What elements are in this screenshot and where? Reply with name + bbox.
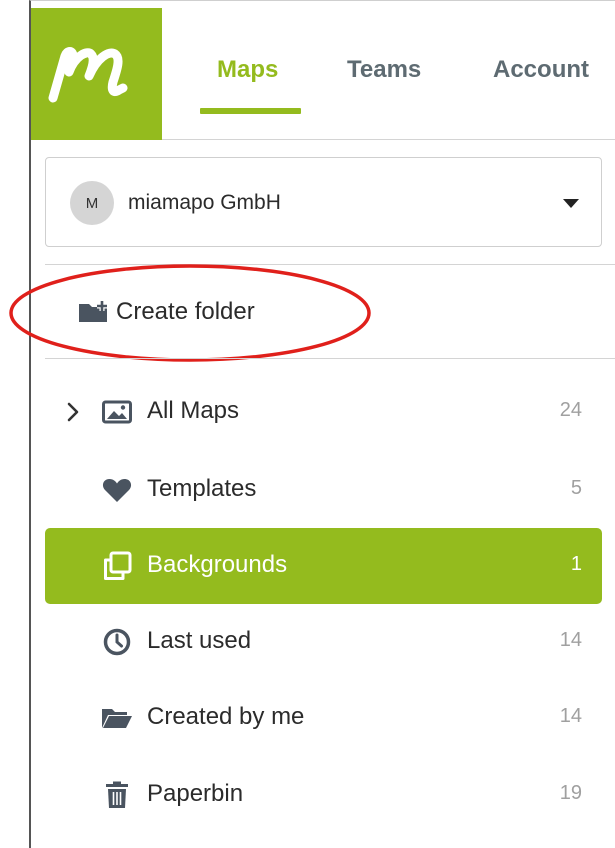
create-folder-label: Create folder bbox=[116, 298, 255, 325]
sidebar-item-label: Created by me bbox=[147, 703, 305, 730]
item-count: 24 bbox=[559, 399, 582, 421]
organization-name: miamapo GmbH bbox=[128, 191, 281, 214]
organization-select[interactable]: M miamapo GmbH bbox=[45, 157, 602, 247]
sidebar-item-created-by-me[interactable]: Created by me 14 bbox=[45, 680, 602, 756]
folder-plus-icon bbox=[79, 301, 107, 322]
sidebar-item-label: Last used bbox=[147, 627, 252, 654]
sidebar-item-backgrounds[interactable]: Backgrounds 1 bbox=[45, 528, 602, 604]
chevron-right-icon[interactable] bbox=[67, 402, 79, 422]
divider bbox=[45, 264, 615, 265]
layers-icon bbox=[101, 550, 133, 582]
sidebar-item-templates[interactable]: Templates 5 bbox=[45, 452, 602, 528]
divider bbox=[45, 358, 615, 359]
logo-mark bbox=[48, 47, 127, 103]
item-count: 14 bbox=[559, 629, 582, 651]
sidebar-item-last-used[interactable]: Last used 14 bbox=[45, 604, 602, 680]
trash-icon bbox=[101, 779, 133, 811]
heart-icon bbox=[101, 474, 133, 506]
item-count: 1 bbox=[570, 553, 582, 575]
sidebar-item-label: All Maps bbox=[147, 397, 240, 424]
image-icon bbox=[101, 396, 133, 428]
miamapo-logo[interactable] bbox=[31, 8, 162, 140]
sidebar-item-all-maps[interactable]: All Maps 24 bbox=[45, 374, 602, 450]
tab-account[interactable]: Account bbox=[493, 56, 589, 84]
folder-open-icon bbox=[101, 702, 133, 734]
item-count: 5 bbox=[570, 477, 582, 499]
sidebar-item-label: Templates bbox=[147, 475, 257, 502]
sidebar-item-paperbin[interactable]: Paperbin 19 bbox=[45, 757, 602, 833]
item-count: 19 bbox=[559, 782, 582, 804]
sidebar-item-label: Backgrounds bbox=[147, 551, 288, 578]
item-count: 14 bbox=[559, 705, 582, 727]
create-folder-button[interactable]: Create folder bbox=[78, 292, 255, 332]
tab-maps[interactable]: Maps bbox=[217, 56, 278, 84]
tab-teams[interactable]: Teams bbox=[347, 56, 421, 84]
header-divider bbox=[162, 139, 615, 140]
caret-down-icon[interactable] bbox=[563, 199, 579, 208]
sidebar-item-label: Paperbin bbox=[147, 780, 244, 807]
active-tab-indicator bbox=[200, 108, 301, 114]
clock-icon bbox=[101, 626, 133, 658]
avatar: M bbox=[70, 181, 114, 225]
